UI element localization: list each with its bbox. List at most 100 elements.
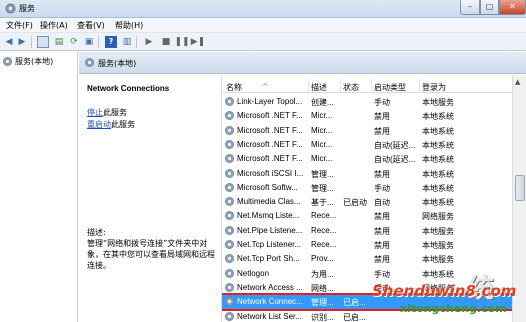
cell-name: Multimedia Clas... xyxy=(237,197,301,207)
scroll-thumb[interactable] xyxy=(515,175,525,201)
cell-name: Microsoft Softw... xyxy=(237,182,298,192)
show-tree-icon[interactable] xyxy=(37,36,49,48)
gear-icon xyxy=(225,240,234,249)
column-startup-type[interactable]: 启动类型 xyxy=(374,82,406,93)
cell-logon-as: 本地系统 xyxy=(422,140,454,150)
cell-name: Network Connec... xyxy=(237,297,303,307)
cell-name: Network Access ... xyxy=(237,282,303,292)
cell-logon-as: 本地系统 xyxy=(422,155,454,165)
table-row[interactable]: Net.Msmq Liste... Rece... 禁用 网络服务 xyxy=(222,209,514,223)
cell-description: Micr... xyxy=(311,154,333,164)
scroll-up-icon[interactable]: ▲ xyxy=(515,78,520,86)
gear-icon xyxy=(225,168,234,178)
cell-startup-type: 禁用 xyxy=(374,212,390,222)
gear-icon xyxy=(225,182,234,192)
tree-pane: 服务(本地) xyxy=(0,52,78,322)
restart-action: 重启动此服务 xyxy=(87,119,135,130)
refresh-icon[interactable]: ⟳ xyxy=(68,36,80,48)
cell-logon-as: 网络服务 xyxy=(422,212,454,222)
table-row[interactable]: Microsoft .NET F... Micr... 禁用 本地系统 xyxy=(222,109,514,123)
column-header: ^ 名称 描述 状态 启动类型 登录为 xyxy=(222,79,526,93)
cell-startup-type: 禁用 xyxy=(374,255,390,265)
gear-icon xyxy=(225,211,234,221)
gear-icon xyxy=(225,125,234,135)
export-icon[interactable]: ▣ xyxy=(83,36,95,48)
play-icon[interactable]: ▶ xyxy=(143,36,155,48)
toolbar: ◀ ▶ ▤ ⟳ ▣ ? ▥ ▶ ■ ❚❚ ▶❚ xyxy=(0,33,526,51)
restart-icon[interactable]: ▶❚ xyxy=(191,36,205,48)
cell-description: Micr... xyxy=(311,139,333,149)
cell-name: Network List Ser... xyxy=(237,311,302,321)
forward-arrow-icon[interactable]: ▶ xyxy=(16,36,28,48)
cell-startup-type: 手动 xyxy=(374,183,390,193)
maximize-button[interactable]: ▢ xyxy=(480,0,499,15)
tree-node-label: 服务(本地) xyxy=(15,57,54,66)
pane-header: 服务(本地) xyxy=(79,52,526,74)
column-logon-as[interactable]: 登录为 xyxy=(422,82,446,93)
gear-icon xyxy=(225,139,234,149)
cell-name: Microsoft .NET F... xyxy=(237,139,303,149)
column-description[interactable]: 描述 xyxy=(311,82,327,93)
gear-icon xyxy=(225,111,234,121)
cell-logon-as: 本地系统 xyxy=(422,126,454,136)
menu-file[interactable]: 文件(F) xyxy=(6,20,33,31)
menu-help[interactable]: 帮助(H) xyxy=(115,20,143,31)
menu-view[interactable]: 查看(V) xyxy=(77,20,105,31)
table-row[interactable]: Link-Layer Topol... 创建... 手动 本地服务 xyxy=(222,95,514,109)
table-row[interactable]: Multimedia Clas... 基于... 已启动 自动 本地系统 xyxy=(222,195,514,209)
table-row[interactable]: Net.Tcp Port Sh... Prov... 禁用 本地服务 xyxy=(222,252,514,266)
cell-status: 已启... xyxy=(343,298,366,308)
cell-startup-type: 禁用 xyxy=(374,169,390,179)
restart-suffix: 此服务 xyxy=(111,120,135,129)
table-row[interactable]: Microsoft .NET F... Micr... 自动(延迟... 本地系统 xyxy=(222,152,514,166)
table-row[interactable]: Microsoft .NET F... Micr... 自动(延迟... 本地系统 xyxy=(222,138,514,152)
console-icon[interactable]: ▥ xyxy=(121,36,133,48)
cell-name: Net.Tcp Port Sh... xyxy=(237,254,300,264)
cell-startup-type: 禁用 xyxy=(374,112,390,122)
table-row[interactable]: Microsoft iSCSI I... 管理... 禁用 本地系统 xyxy=(222,167,514,181)
cell-description: Rece... xyxy=(311,240,337,249)
properties-icon[interactable]: ▤ xyxy=(53,36,65,48)
menu-bar: 文件(F) 操作(A) 查看(V) 帮助(H) xyxy=(0,18,526,33)
menu-action[interactable]: 操作(A) xyxy=(40,20,68,31)
stop-icon[interactable]: ■ xyxy=(160,36,172,48)
cell-startup-type: 自动 xyxy=(374,198,390,208)
cell-startup-type: 自动(延迟... xyxy=(374,140,416,150)
cell-logon-as: 本地系统 xyxy=(422,169,454,179)
cell-description: 管理... xyxy=(311,169,334,179)
gear-icon xyxy=(225,197,234,207)
gear-icon xyxy=(85,58,94,67)
table-row[interactable]: Microsoft .NET F... Micr... 禁用 本地系统 xyxy=(222,124,514,138)
table-row[interactable]: Microsoft Softw... 管理... 手动 本地系统 xyxy=(222,181,514,195)
cell-name: Net.Msmq Liste... xyxy=(237,211,300,221)
column-name[interactable]: 名称 xyxy=(226,82,242,93)
minimize-button[interactable]: – xyxy=(460,0,480,15)
tree-node-services-local[interactable]: 服务(本地) xyxy=(3,56,53,67)
pause-icon[interactable]: ❚❚ xyxy=(174,36,189,48)
cell-startup-type: 手动 xyxy=(374,98,390,107)
service-detail-panel: Network Connections 停止此服务 重启动此服务 描述: 管理“… xyxy=(79,75,220,322)
stop-link[interactable]: 停止 xyxy=(87,108,103,117)
table-row[interactable]: Net.Pipe Listene... Rece... 禁用 本地服务 xyxy=(222,224,514,238)
gear-icon xyxy=(225,311,234,321)
gear-icon xyxy=(225,97,234,106)
cell-description: Prov... xyxy=(311,254,334,264)
table-row[interactable]: Net.Tcp Listener... Rece... 禁用 本地服务 xyxy=(222,238,514,252)
back-arrow-icon[interactable]: ◀ xyxy=(3,36,15,48)
gear-icon xyxy=(225,297,234,307)
cell-description: Rece... xyxy=(311,211,337,221)
cell-name: Microsoft .NET F... xyxy=(237,111,303,121)
cell-startup-type: 自动(延迟... xyxy=(374,155,416,165)
restart-link[interactable]: 重启动 xyxy=(87,120,111,129)
cell-logon-as: 本地系统 xyxy=(422,183,454,193)
cell-logon-as: 本地服务 xyxy=(422,226,454,236)
cell-status: 已启... xyxy=(343,312,366,322)
gear-icon xyxy=(3,57,12,66)
watermark-site2: xitongcheng.com xyxy=(400,302,507,315)
close-button[interactable]: ✕ xyxy=(499,0,526,15)
watermark-site: Shenduwin8.com xyxy=(372,282,517,300)
cell-name: Net.Pipe Listene... xyxy=(237,225,303,235)
cell-logon-as: 本地服务 xyxy=(422,241,454,250)
help-icon[interactable]: ? xyxy=(105,36,117,48)
column-status[interactable]: 状态 xyxy=(343,82,359,93)
